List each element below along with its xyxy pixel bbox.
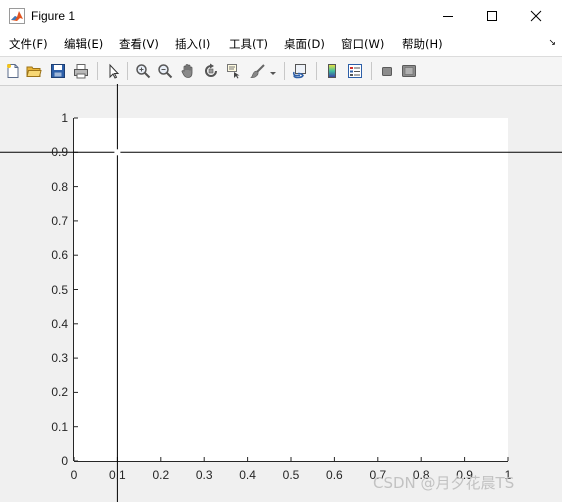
- watermark-text: CSDN @月夕花晨TS: [373, 474, 515, 492]
- x-tick-label: 0.6: [326, 468, 343, 482]
- crosshair-center: [114, 149, 121, 156]
- y-tick-label: 0: [61, 454, 68, 468]
- y-tick-label: 0.1: [51, 419, 68, 434]
- y-tick-label: 0.6: [51, 248, 68, 263]
- y-tick-label: 1: [61, 111, 68, 125]
- axes: [0, 84, 562, 502]
- y-tick-label: 0.5: [51, 282, 68, 297]
- x-tick-label: 0.1: [109, 468, 126, 482]
- x-tick-label: 0: [70, 468, 78, 482]
- x-tick-label: 0.4: [239, 468, 256, 482]
- y-tick-label: 0.8: [51, 179, 68, 194]
- y-tick-label: 0.2: [51, 385, 68, 400]
- x-tick-label: 0.2: [152, 468, 170, 482]
- x-tick-label: 0.3: [195, 468, 213, 482]
- y-tick-label: 0.9: [51, 145, 68, 160]
- y-tick-label: 0.7: [51, 213, 68, 228]
- x-tick-label: 0.5: [282, 468, 300, 482]
- y-tick-label: 0.4: [51, 316, 68, 331]
- y-tick-label: 0.3: [51, 351, 68, 366]
